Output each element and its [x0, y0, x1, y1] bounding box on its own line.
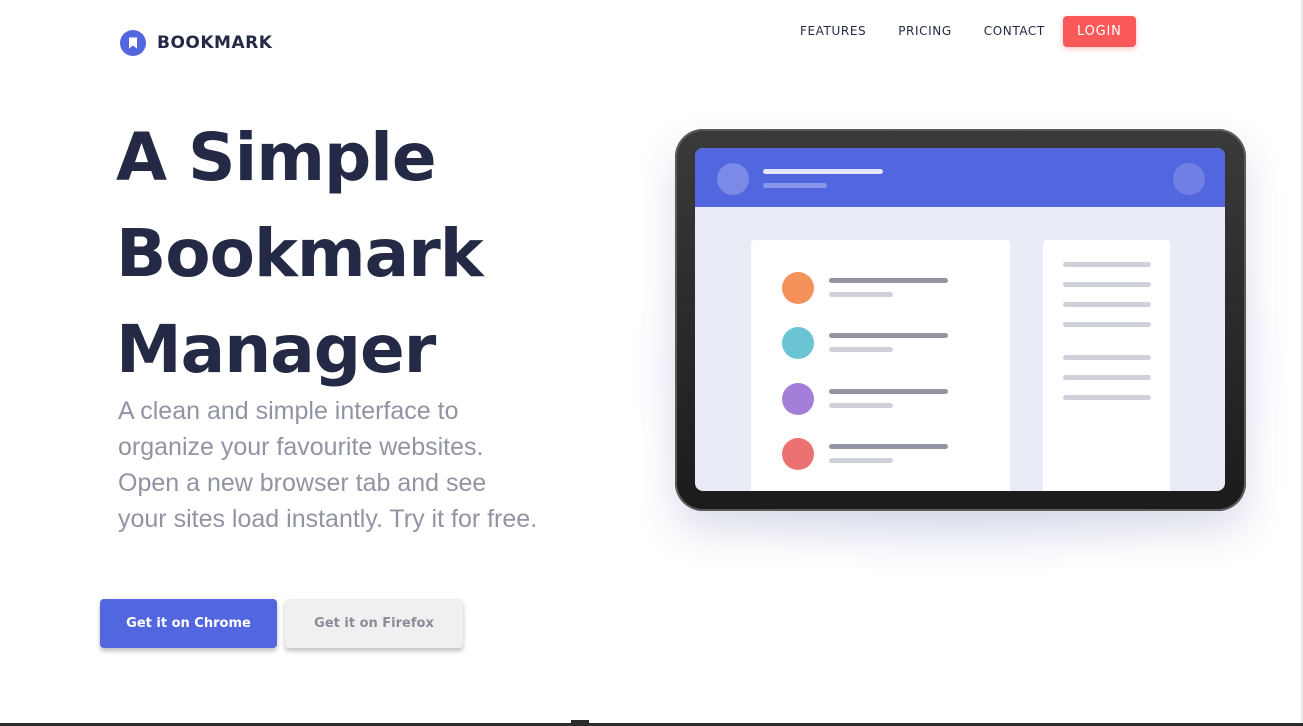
sidebar-line-placeholder — [1063, 262, 1151, 267]
screen-header — [695, 148, 1225, 207]
list-line-placeholder — [829, 333, 948, 338]
get-chrome-button[interactable]: Get it on Chrome — [100, 599, 277, 648]
hero-title-line-3: Manager — [116, 311, 436, 388]
sidebar-line-placeholder — [1063, 322, 1151, 327]
bookmark-icon — [120, 30, 146, 56]
list-dot — [782, 327, 814, 359]
nav-link-contact[interactable]: CONTACT — [984, 14, 1045, 48]
list-item — [782, 272, 982, 304]
hero-title-line-2: Bookmark — [116, 215, 484, 292]
hero-title-line-1: A Simple — [116, 119, 437, 196]
landing-page: BOOKMARK FEATURES PRICING CONTACT LOGIN … — [0, 0, 1303, 726]
login-button[interactable]: LOGIN — [1062, 15, 1136, 47]
list-subline-placeholder — [829, 403, 893, 408]
sidebar-line-placeholder — [1063, 282, 1151, 287]
header-line-placeholder — [763, 169, 883, 174]
list-line-placeholder — [829, 389, 948, 394]
header-action-placeholder — [1173, 163, 1205, 195]
sidebar-card — [1043, 240, 1170, 491]
cta-buttons: Get it on Chrome Get it on Firefox — [100, 599, 463, 648]
main-nav: FEATURES PRICING CONTACT LOGIN — [780, 14, 1136, 48]
header-avatar-placeholder — [717, 163, 749, 195]
hero-title: A Simple Bookmark Manager — [116, 110, 636, 398]
list-dot — [782, 383, 814, 415]
sidebar-line-placeholder — [1063, 355, 1151, 360]
brand-name: BOOKMARK — [157, 33, 273, 53]
list-subline-placeholder — [829, 458, 893, 463]
list-subline-placeholder — [829, 292, 893, 297]
brand-logo[interactable]: BOOKMARK — [120, 30, 272, 56]
sidebar-line-placeholder — [1063, 395, 1151, 400]
sidebar-line-placeholder — [1063, 375, 1151, 380]
nav-link-features[interactable]: FEATURES — [800, 14, 866, 48]
list-line-placeholder — [829, 278, 948, 283]
nav-link-pricing[interactable]: PRICING — [898, 14, 952, 48]
list-subline-placeholder — [829, 347, 893, 352]
tablet-illustration — [675, 129, 1246, 511]
list-line-placeholder — [829, 444, 948, 449]
header-subline-placeholder — [763, 183, 827, 188]
bookmark-glyph — [129, 37, 137, 49]
bottom-border-tick — [571, 720, 589, 723]
list-item — [782, 383, 982, 415]
list-dot — [782, 272, 814, 304]
tablet-screen — [695, 148, 1225, 491]
list-dot — [782, 438, 814, 470]
sidebar-line-placeholder — [1063, 302, 1151, 307]
bookmark-list-card — [751, 240, 1010, 491]
list-item — [782, 438, 982, 470]
get-firefox-button[interactable]: Get it on Firefox — [285, 599, 463, 648]
hero-description: A clean and simple interface to organize… — [118, 397, 538, 533]
list-item — [782, 327, 982, 359]
